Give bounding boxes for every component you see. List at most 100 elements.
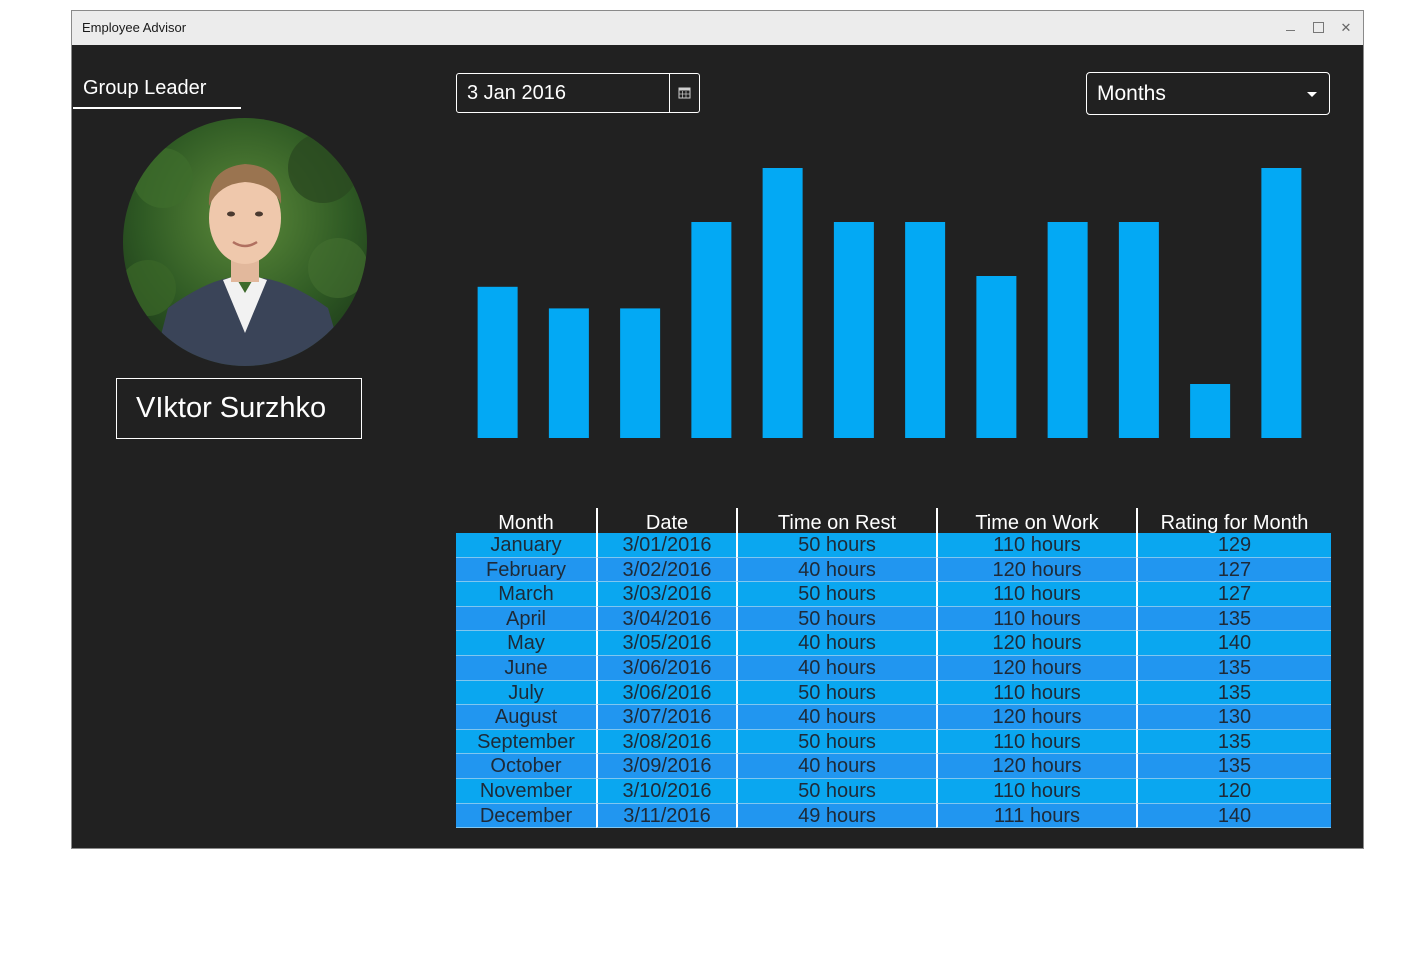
table-header: Month Date Time on Rest Time on Work Rat…	[456, 508, 1331, 534]
table-cell: July	[456, 681, 596, 706]
table-row[interactable]: June 3/06/2016 40 hours 120 hours 135	[456, 655, 1331, 681]
table-cell: 120 hours	[936, 754, 1136, 779]
table-row[interactable]: December 3/11/2016 49 hours 111 hours 140	[456, 803, 1331, 829]
table-cell: 120 hours	[936, 557, 1136, 583]
header-rating: Rating for Month	[1136, 508, 1331, 534]
role-label: Group Leader	[73, 77, 241, 109]
table-cell: 127	[1136, 582, 1331, 607]
table-row[interactable]: April 3/04/2016 50 hours 110 hours 135	[456, 606, 1331, 632]
bar-june[interactable]	[833, 222, 874, 438]
bar-september[interactable]	[1047, 222, 1088, 438]
calendar-button[interactable]	[669, 74, 699, 112]
table-cell: 40 hours	[736, 557, 936, 583]
avatar	[123, 118, 367, 366]
table-cell: 120 hours	[936, 655, 1136, 681]
date-picker[interactable]: 3 Jan 2016	[456, 73, 700, 113]
bar-april[interactable]	[691, 222, 732, 438]
bar-may[interactable]	[762, 168, 803, 438]
table-cell: 120	[1136, 778, 1331, 804]
bar-july[interactable]	[905, 222, 946, 438]
title-bar[interactable]: Employee Advisor ✕	[72, 11, 1363, 45]
table-cell: 3/07/2016	[596, 705, 736, 730]
table-cell: 3/04/2016	[596, 606, 736, 632]
table-cell: March	[456, 582, 596, 607]
table-cell: 120 hours	[936, 631, 1136, 656]
avatar-photo	[123, 118, 367, 366]
table-cell: 40 hours	[736, 705, 936, 730]
table-cell: 110 hours	[936, 582, 1136, 607]
table-row[interactable]: October 3/09/2016 40 hours 120 hours 135	[456, 754, 1331, 779]
table-cell: 129	[1136, 533, 1331, 558]
table-cell: September	[456, 730, 596, 755]
bar-march[interactable]	[620, 308, 661, 438]
table-cell: 130	[1136, 705, 1331, 730]
table-cell: 3/11/2016	[596, 803, 736, 829]
table-cell: 3/03/2016	[596, 582, 736, 607]
table-cell: 135	[1136, 754, 1331, 779]
table-cell: May	[456, 631, 596, 656]
calendar-icon	[678, 87, 691, 99]
table-cell: 50 hours	[736, 778, 936, 804]
table-cell: 40 hours	[736, 754, 936, 779]
table-row[interactable]: January 3/01/2016 50 hours 110 hours 129	[456, 533, 1331, 558]
table-cell: October	[456, 754, 596, 779]
table-cell: 110 hours	[936, 680, 1136, 706]
table-row[interactable]: September 3/08/2016 50 hours 110 hours 135	[456, 729, 1331, 755]
table-cell: 135	[1136, 606, 1331, 632]
table-cell: 135	[1136, 655, 1331, 681]
table-cell: 3/02/2016	[596, 557, 736, 583]
bar-december[interactable]	[1261, 168, 1302, 438]
table-row[interactable]: February 3/02/2016 40 hours 120 hours 127	[456, 557, 1331, 583]
table-cell: June	[456, 656, 596, 681]
header-month: Month	[498, 512, 554, 534]
table-cell: 110 hours	[936, 778, 1136, 804]
period-select[interactable]: Months	[1086, 72, 1330, 115]
monthly-table: Month Date Time on Rest Time on Work Rat…	[456, 508, 1331, 829]
table-cell: 3/10/2016	[596, 778, 736, 804]
table-body: January 3/01/2016 50 hours 110 hours 129 Febr…	[456, 533, 1331, 829]
table-cell: August	[456, 705, 596, 730]
table-cell: 3/05/2016	[596, 631, 736, 656]
table-cell: 50 hours	[736, 606, 936, 632]
bar-august[interactable]	[976, 276, 1017, 438]
bar-october[interactable]	[1118, 222, 1159, 438]
table-cell: 120 hours	[936, 705, 1136, 730]
table-cell: 3/06/2016	[596, 655, 736, 681]
table-cell: 127	[1136, 557, 1331, 583]
table-cell: 110 hours	[936, 729, 1136, 755]
table-cell: 135	[1136, 680, 1331, 706]
app-window: Employee Advisor ✕ Group Leader VIktor S…	[71, 10, 1364, 849]
close-icon[interactable]: ✕	[1336, 18, 1356, 38]
table-cell: 40 hours	[736, 655, 936, 681]
table-cell: 110 hours	[936, 533, 1136, 558]
table-cell: January	[456, 533, 596, 558]
header-time-on-work: Time on Work	[936, 508, 1136, 534]
bar-february[interactable]	[548, 308, 589, 438]
bar-november[interactable]	[1190, 384, 1231, 438]
table-cell: 50 hours	[736, 533, 936, 558]
maximize-icon[interactable]	[1308, 18, 1328, 38]
window-title: Employee Advisor	[82, 20, 187, 35]
bar-january[interactable]	[477, 286, 518, 438]
table-row[interactable]: May 3/05/2016 40 hours 120 hours 140	[456, 631, 1331, 656]
table-cell: 111 hours	[936, 803, 1136, 829]
table-row[interactable]: July 3/06/2016 50 hours 110 hours 135	[456, 680, 1331, 706]
table-cell: 135	[1136, 729, 1331, 755]
date-value: 3 Jan 2016	[467, 82, 566, 104]
chevron-down-icon	[1307, 92, 1317, 97]
table-cell: 50 hours	[736, 729, 936, 755]
table-cell: November	[456, 779, 596, 804]
minimize-icon[interactable]	[1280, 18, 1300, 38]
employee-name: VIktor Surzhko	[116, 378, 362, 439]
table-cell: 110 hours	[936, 606, 1136, 632]
table-cell: April	[456, 607, 596, 632]
table-row[interactable]: August 3/07/2016 40 hours 120 hours 130	[456, 705, 1331, 730]
table-cell: December	[456, 804, 596, 829]
table-cell: 50 hours	[736, 680, 936, 706]
table-cell: 50 hours	[736, 582, 936, 607]
table-row[interactable]: November 3/10/2016 50 hours 110 hours 120	[456, 778, 1331, 804]
table-cell: 140	[1136, 631, 1331, 656]
table-row[interactable]: March 3/03/2016 50 hours 110 hours 127	[456, 582, 1331, 607]
table-cell: 140	[1136, 803, 1331, 829]
table-cell: 40 hours	[736, 631, 936, 656]
